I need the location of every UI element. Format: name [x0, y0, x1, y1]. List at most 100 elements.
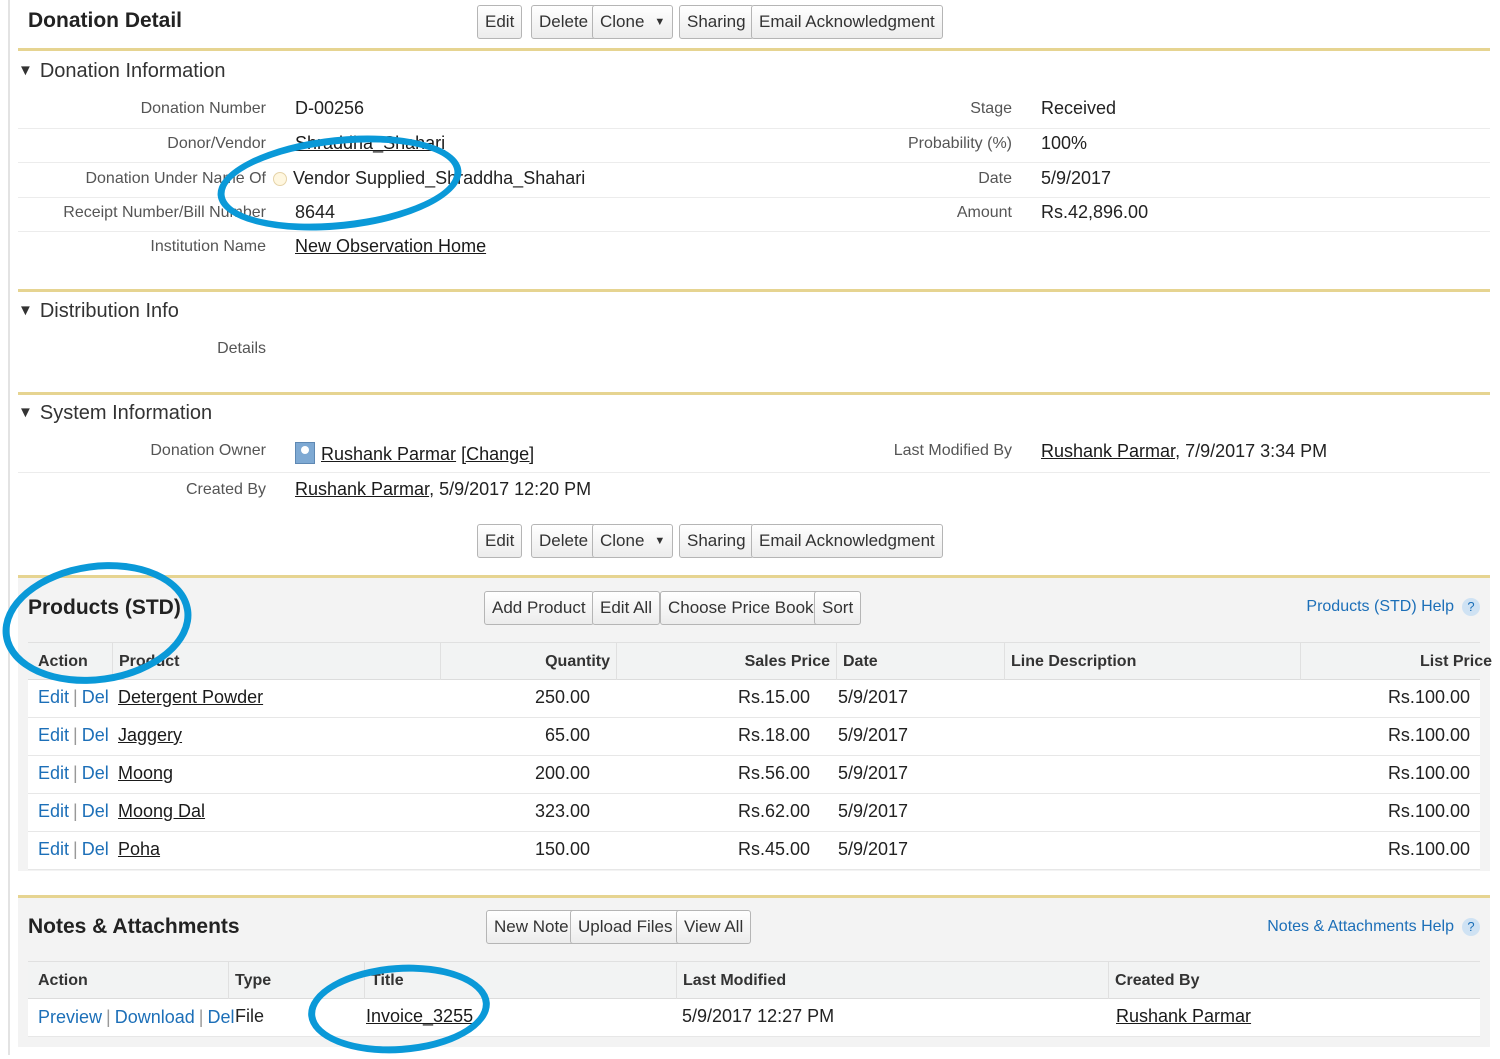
notes-help-link[interactable]: Notes & Attachments Help?	[1267, 918, 1480, 936]
products-help-link[interactable]: Products (STD) Help?	[1306, 598, 1480, 616]
col-product[interactable]: Product	[112, 643, 440, 681]
caret-down-icon: ▼	[654, 16, 666, 28]
edit-button-bottom[interactable]: Edit	[477, 524, 523, 558]
edit-link[interactable]: Edit	[38, 763, 69, 783]
view-all-button[interactable]: View All	[676, 910, 752, 944]
col-type[interactable]: Type	[228, 962, 364, 1000]
quantity-cell: 65.00	[544, 725, 590, 745]
sharing-button-bottom[interactable]: Sharing	[679, 524, 754, 558]
product-link[interactable]: Poha	[118, 839, 160, 860]
product-link[interactable]: Moong	[118, 763, 173, 784]
del-link[interactable]: Del	[82, 839, 109, 859]
attachment-title-link[interactable]: Invoice_3255	[366, 1006, 473, 1027]
preview-link[interactable]: Preview	[38, 1007, 102, 1027]
probability-value: 100%	[1041, 133, 1088, 153]
product-name: Poha	[118, 839, 161, 859]
col-date[interactable]: Date	[836, 643, 1004, 681]
edit-link[interactable]: Edit	[38, 801, 69, 821]
new-note-button[interactable]: New Note	[486, 910, 577, 944]
product-link[interactable]: Detergent Powder	[118, 687, 263, 708]
sharing-button[interactable]: Sharing	[679, 5, 754, 39]
status-dot-icon	[273, 172, 287, 186]
clone-button[interactable]: Clone ▼	[592, 5, 674, 39]
col-action[interactable]: Action	[32, 962, 228, 1000]
col-sales-price[interactable]: Sales Price	[616, 643, 836, 681]
section-header-donation-information[interactable]: ▼ Donation Information	[18, 60, 226, 83]
donation-owner-value: Rushank Parmar [Change]	[295, 442, 534, 465]
details-label: Details	[217, 340, 266, 357]
institution-name-text: New Observation Home	[295, 236, 487, 256]
help-icon: ?	[1462, 918, 1480, 936]
donor-vendor-text: Shraddha_Shahari	[295, 133, 446, 153]
notes-table-header: Action Type Title Last Modified Created …	[28, 961, 1480, 1000]
last-modified-by-value: Rushank Parmar, 7/9/2017 3:34 PM	[1041, 441, 1327, 462]
institution-name-link[interactable]: New Observation Home	[295, 236, 486, 257]
quantity-cell: 250.00	[534, 687, 590, 707]
col-title[interactable]: Title	[364, 962, 676, 1000]
probability-label: Probability (%)	[907, 135, 1012, 152]
download-link[interactable]: Download	[115, 1007, 195, 1027]
products-related-list: Products (STD) Add Product Edit All Choo…	[18, 575, 1492, 871]
owner-link[interactable]: Rushank Parmar	[321, 444, 456, 464]
separator: |	[73, 839, 78, 859]
donation-under-name-label: Donation Under Name Of	[85, 170, 266, 187]
edit-button[interactable]: Edit	[477, 5, 523, 39]
page-title: Donation Detail	[28, 9, 183, 32]
add-product-button[interactable]: Add Product	[484, 591, 594, 625]
choose-price-book-button[interactable]: Choose Price Book	[660, 591, 822, 625]
sort-button[interactable]: Sort	[814, 591, 862, 625]
col-quantity[interactable]: Quantity	[440, 643, 616, 681]
institution-name-label: Institution Name	[150, 238, 266, 255]
del-link[interactable]: Del	[82, 763, 109, 783]
collapse-triangle-icon: ▼	[18, 62, 33, 79]
created-by-link[interactable]: Rushank Parmar	[1116, 1006, 1251, 1027]
row-divider	[18, 197, 1490, 198]
separator: |	[73, 763, 78, 783]
list-price-cell: Rs.100.00	[1387, 687, 1470, 707]
created-by-link[interactable]: Rushank Parmar	[295, 479, 429, 499]
col-action[interactable]: Action	[32, 643, 112, 681]
created-by-value: Rushank Parmar, 5/9/2017 12:20 PM	[295, 479, 591, 500]
modified-by-link[interactable]: Rushank Parmar	[1041, 441, 1175, 461]
row-divider	[18, 162, 1490, 163]
upload-files-button[interactable]: Upload Files	[570, 910, 681, 944]
del-link[interactable]: Del	[207, 1007, 234, 1027]
email-acknowledgment-button[interactable]: Email Acknowledgment	[751, 5, 943, 39]
section-title: System Information	[39, 402, 213, 424]
row-actions: Edit | Del	[38, 725, 109, 746]
section-header-system-information[interactable]: ▼ System Information	[18, 402, 212, 425]
donor-vendor-label: Donor/Vendor	[167, 135, 266, 152]
date-cell: 5/9/2017	[838, 687, 909, 707]
col-last-modified[interactable]: Last Modified	[676, 962, 1108, 1000]
row-actions: Edit | Del	[38, 687, 109, 708]
product-link[interactable]: Jaggery	[118, 725, 182, 746]
product-name: Moong Dal	[118, 801, 206, 821]
email-acknowledgment-button-bottom[interactable]: Email Acknowledgment	[751, 524, 943, 558]
col-line-description[interactable]: Line Description	[1004, 643, 1300, 681]
donor-vendor-link[interactable]: Shraddha_Shahari	[295, 133, 445, 154]
delete-button-bottom[interactable]: Delete	[531, 524, 597, 558]
separator: |	[198, 1007, 204, 1027]
del-link[interactable]: Del	[82, 687, 109, 707]
col-list-price[interactable]: List Price	[1300, 643, 1498, 681]
date-cell: 5/9/2017	[838, 725, 909, 745]
edit-link[interactable]: Edit	[38, 725, 69, 745]
detail-page: Donation Detail Edit Delete Clone ▼ Shari…	[0, 0, 1498, 1059]
edit-link[interactable]: Edit	[38, 839, 69, 859]
del-link[interactable]: Del	[82, 725, 109, 745]
products-help-text: Products (STD) Help	[1306, 598, 1454, 615]
clone-button-bottom[interactable]: Clone ▼	[592, 524, 674, 558]
sales-price-cell: Rs.45.00	[737, 839, 810, 859]
edit-all-button[interactable]: Edit All	[592, 591, 660, 625]
product-link[interactable]: Moong Dal	[118, 801, 205, 822]
edit-link[interactable]: Edit	[38, 687, 69, 707]
receipt-number-label: Receipt Number/Bill Number	[63, 204, 266, 221]
section-header-distribution-info[interactable]: ▼ Distribution Info	[18, 300, 179, 323]
del-link[interactable]: Del	[82, 801, 109, 821]
created-at-text: , 5/9/2017 12:20 PM	[429, 479, 592, 499]
change-owner-link[interactable]: [Change]	[461, 444, 534, 464]
delete-button[interactable]: Delete	[531, 5, 597, 39]
product-name: Moong	[118, 763, 174, 783]
clone-label: Clone	[600, 531, 645, 550]
col-created-by[interactable]: Created By	[1108, 962, 1498, 1000]
